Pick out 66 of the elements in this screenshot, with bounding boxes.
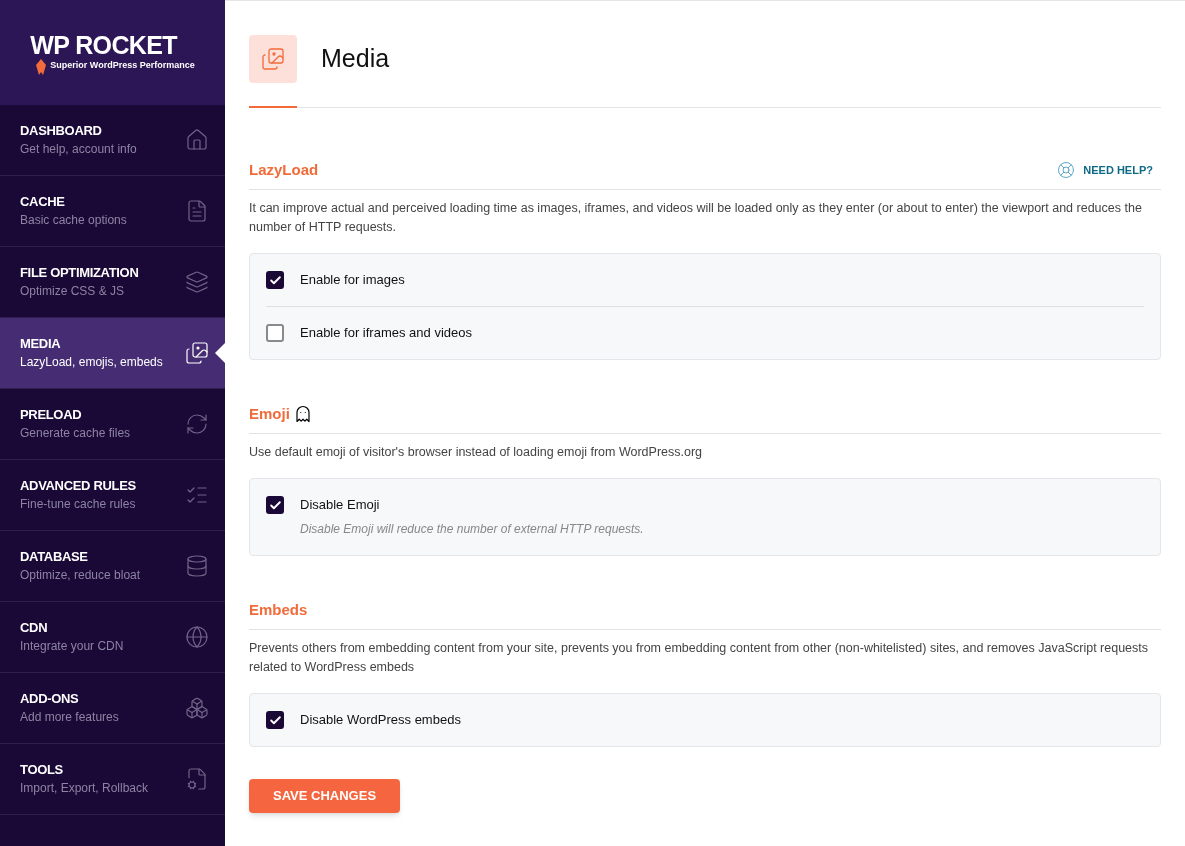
option-label: Enable for iframes and videos [300, 324, 472, 342]
item-title: DATABASE [20, 548, 89, 566]
check-icon [268, 273, 282, 287]
sidebar-item[interactable]: PRELOAD Generate cache files [0, 389, 225, 460]
check-icon [268, 713, 282, 727]
item-subtitle: Integrate your CDN [20, 638, 124, 655]
item-subtitle: Import, Export, Rollback [20, 780, 149, 797]
boxes-icon [185, 696, 209, 720]
ghost-icon [293, 405, 312, 423]
option-label: Disable Emoji [300, 496, 381, 514]
document-icon [185, 199, 209, 223]
item-title: CDN [20, 619, 49, 637]
sidebar-item[interactable]: DATABASE Optimize, reduce bloat [0, 531, 225, 602]
sidebar-item[interactable]: MEDIA LazyLoad, emojis, embeds [0, 318, 225, 389]
option-hint: Disable Emoji will reduce the number of external HTTP requests. [300, 521, 644, 538]
option-label: Enable for images [300, 271, 405, 289]
refresh-icon [185, 412, 209, 436]
section-title: LazyLoad [249, 160, 319, 180]
layers-icon [185, 270, 209, 294]
item-title: ADD-ONS [20, 690, 80, 708]
checkbox[interactable] [266, 711, 284, 729]
file-gear-icon [185, 767, 209, 791]
item-title: CACHE [20, 193, 66, 211]
sidebar-item[interactable]: CDN Integrate your CDN [0, 602, 225, 673]
active-pointer [215, 343, 225, 363]
item-subtitle: Get help, account info [20, 141, 137, 158]
sidebar-item[interactable]: CACHE Basic cache options [0, 176, 225, 247]
sidebar-item[interactable]: ADD-ONS Add more features [0, 673, 225, 744]
item-subtitle: Fine-tune cache rules [20, 496, 136, 513]
item-title: TOOLS [20, 761, 64, 779]
lifebuoy-icon [1057, 161, 1076, 179]
need-help-link[interactable]: NEED HELP? [1057, 161, 1153, 179]
section-title: Emoji [249, 404, 290, 424]
item-subtitle: Optimize CSS & JS [20, 283, 126, 300]
images-icon [185, 341, 209, 365]
item-subtitle: Basic cache options [20, 212, 127, 229]
item-title: MEDIA [20, 335, 62, 353]
sidebar-item[interactable]: ADVANCED RULES Fine-tune cache rules [0, 460, 225, 531]
section-description: Use default emoji of visitor's browser instead of loading emoji from WordPress.org [249, 444, 704, 461]
title-underline [249, 106, 297, 108]
section-description: It can improve actual and perceived loading time as images, iframes, and videos will be loaded only as they enter (or about to enter) the viewport and reduces the number of HTTP requests. [249, 200, 1143, 236]
section-description: Prevents others from embedding content from your site, prevents you from embedding content from other (non-whitelisted) sites, and removes JavaScript requests related to WordPress embeds [249, 640, 1150, 676]
item-title: DASHBOARD [20, 122, 103, 140]
checkbox[interactable] [266, 271, 284, 289]
logo-tagline: Superior WordPress Performance [50, 58, 195, 72]
check-icon [268, 498, 282, 512]
sidebar-item[interactable]: TOOLS Import, Export, Rollback [0, 744, 225, 815]
section-title: Embeds [249, 600, 308, 620]
item-title: PRELOAD [20, 406, 83, 424]
item-subtitle: Add more features [20, 709, 119, 726]
item-title: ADVANCED RULES [20, 477, 136, 495]
globe-icon [185, 625, 209, 649]
logo-wordmark: WP ROCKET [30, 30, 179, 59]
house-icon [185, 128, 209, 152]
checkbox[interactable] [266, 496, 284, 514]
item-subtitle: LazyLoad, emojis, embeds [20, 354, 163, 371]
database-icon [185, 554, 209, 578]
item-subtitle: Generate cache files [20, 425, 131, 442]
checkbox[interactable] [266, 324, 284, 342]
item-subtitle: Optimize, reduce bloat [20, 567, 141, 584]
sidebar-item[interactable]: DASHBOARD Get help, account info [0, 105, 225, 176]
images-icon [261, 47, 285, 71]
rocket-icon [36, 58, 47, 75]
page-title: Media [321, 43, 390, 75]
item-title: FILE OPTIMIZATION [20, 264, 139, 282]
option-label: Disable WordPress embeds [300, 711, 461, 729]
